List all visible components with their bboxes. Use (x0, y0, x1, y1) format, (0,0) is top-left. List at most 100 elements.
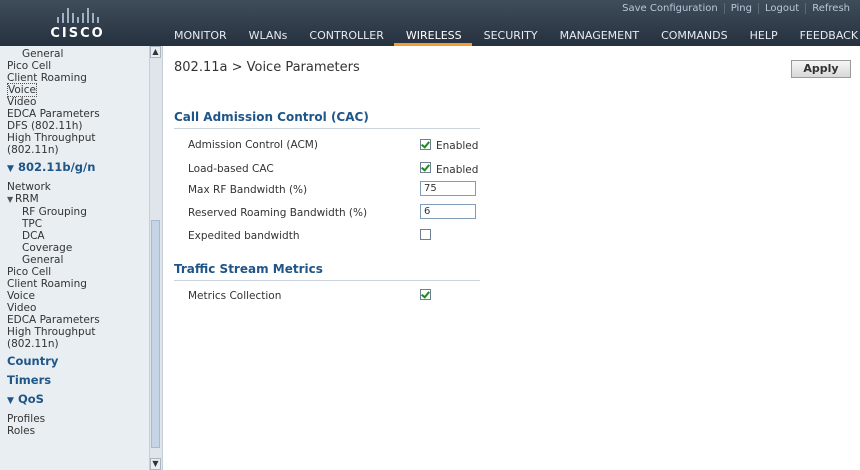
sidebar-item-video[interactable]: Video (0, 302, 148, 314)
sidebar-item-dca[interactable]: DCA (0, 230, 148, 242)
reserved-roaming-bandwidth-label: Reserved Roaming Bandwidth (%) (188, 207, 368, 219)
nav-security[interactable]: SECURITY (472, 25, 548, 46)
sidebar-item-label: Client Roaming (7, 278, 87, 290)
load-based-cac-checkbox[interactable] (420, 162, 431, 173)
sidebar-section-802-11b-g-n[interactable]: ▼ 802.11b/g/n (0, 160, 148, 177)
sidebar-scrollbar[interactable]: ▲ ▼ (149, 46, 162, 470)
ping-link[interactable]: Ping (723, 3, 758, 14)
top-header: CISCO Save Configuration Ping Logout Ref… (0, 0, 860, 46)
expand-arrow-icon[interactable]: ▼ (7, 394, 18, 409)
sidebar-item-high-throughput-802-11n[interactable]: High Throughput (802.11n) (0, 326, 148, 350)
max-rf-bandwidth-label: Max RF Bandwidth (%) (188, 184, 308, 196)
scroll-down-icon[interactable]: ▼ (150, 458, 161, 470)
scrollbar-thumb[interactable] (151, 220, 160, 448)
nav-commands[interactable]: COMMANDS (649, 25, 738, 46)
sidebar-item-label: High Throughput (802.11n) (7, 132, 96, 156)
sidebar-section-timers[interactable]: Timers (0, 373, 148, 388)
admission-control-checkbox[interactable] (420, 139, 431, 150)
nav-wireless[interactable]: WIRELESS (393, 25, 472, 46)
sidebar-item-edca-parameters[interactable]: EDCA Parameters (0, 314, 148, 326)
sidebar-item-label: RF Grouping (22, 206, 87, 218)
sidebar-tree: General Pico Cell Client Roaming Voice Video… (0, 48, 148, 437)
sidebar-item-label: Profiles (7, 413, 46, 425)
sidebar-item-label: Pico Cell (7, 266, 52, 278)
expedited-bandwidth-checkbox[interactable] (420, 229, 431, 240)
nav-monitor[interactable]: MONITOR (162, 25, 237, 46)
sidebar-item-label: DCA (22, 230, 45, 242)
nav-help[interactable]: HELP (738, 25, 788, 46)
expand-arrow-icon[interactable]: ▼ (7, 194, 15, 206)
apply-button[interactable]: Apply (791, 60, 851, 78)
sidebar-item-edca-parameters[interactable]: EDCA Parameters (0, 108, 148, 120)
max-rf-bandwidth-input[interactable] (420, 181, 476, 196)
utility-links: Save Configuration Ping Logout Refresh (616, 3, 856, 14)
sidebar-item-roles[interactable]: Roles (0, 425, 148, 437)
expand-arrow-icon[interactable]: ▼ (7, 162, 18, 177)
sidebar-item-pico-cell[interactable]: Pico Cell (0, 60, 148, 72)
sidebar-item-label: High Throughput (802.11n) (7, 326, 96, 350)
save-configuration-link[interactable]: Save Configuration (616, 3, 724, 14)
admission-control-label: Admission Control (ACM) (188, 139, 318, 151)
nav-controller[interactable]: CONTROLLER (297, 25, 393, 46)
sidebar-section-qos[interactable]: ▼ QoS (0, 392, 148, 409)
sidebar-item-network[interactable]: Network (0, 181, 148, 193)
sidebar-item-label: Roles (7, 425, 36, 437)
sidebar-item-label: Pico Cell (7, 60, 52, 72)
tsm-section-divider (174, 280, 480, 281)
nav-management[interactable]: MANAGEMENT (548, 25, 649, 46)
sidebar-item-rf-grouping[interactable]: RF Grouping (0, 206, 148, 218)
cac-section-title: Call Admission Control (CAC) (174, 110, 369, 124)
main-nav: MONITOR WLANs CONTROLLER WIRELESS SECURI… (162, 25, 860, 46)
cisco-logo-bars-icon (30, 5, 125, 23)
main-content: 802.11a > Voice Parameters Apply Call Ad… (163, 46, 860, 470)
scroll-up-icon[interactable]: ▲ (150, 46, 161, 58)
sidebar-item-profiles[interactable]: Profiles (0, 413, 148, 425)
sidebar-item-label: Country (7, 354, 59, 368)
nav-wlans[interactable]: WLANs (237, 25, 298, 46)
sidebar-item-label: Voice (7, 290, 35, 302)
sidebar-item-label: Video (7, 96, 37, 108)
expedited-bandwidth-label: Expedited bandwidth (188, 230, 300, 242)
sidebar-item-tpc[interactable]: TPC (0, 218, 148, 230)
sidebar-item-label: Timers (7, 373, 52, 387)
sidebar-item-coverage[interactable]: Coverage (0, 242, 148, 254)
sidebar-item-high-throughput-802-11n[interactable]: High Throughput (802.11n) (0, 132, 148, 156)
sidebar-item-voice[interactable]: Voice (0, 83, 148, 97)
sidebar-item-general[interactable]: General (0, 254, 148, 266)
sidebar-item-general[interactable]: General (0, 48, 148, 60)
sidebar-item-label: Video (7, 302, 37, 314)
load-based-cac-label: Load-based CAC (188, 163, 274, 175)
sidebar-item-label: TPC (22, 218, 43, 230)
page-title: 802.11a > Voice Parameters (174, 60, 360, 75)
sidebar-item-label: QoS (18, 392, 44, 406)
sidebar-item-client-roaming[interactable]: Client Roaming (0, 278, 148, 290)
sidebar-item-label: General (22, 48, 64, 60)
metrics-collection-label: Metrics Collection (188, 290, 282, 302)
admission-control-enabled-text: Enabled (436, 140, 479, 152)
load-based-cac-enabled-text: Enabled (436, 164, 479, 176)
sidebar-item-voice[interactable]: Voice (0, 290, 148, 302)
refresh-link[interactable]: Refresh (805, 3, 856, 14)
tsm-section-title: Traffic Stream Metrics (174, 262, 323, 276)
sidebar-item-label: Voice (7, 83, 37, 97)
sidebar-item-label: EDCA Parameters (7, 314, 100, 326)
sidebar-item-label: RRM (15, 193, 39, 205)
sidebar-item-label: Coverage (22, 242, 73, 254)
logout-link[interactable]: Logout (757, 3, 805, 14)
cac-section-divider (174, 128, 480, 129)
nav-feedback[interactable]: FEEDBACK (788, 25, 860, 46)
sidebar-item-label: EDCA Parameters (7, 108, 100, 120)
sidebar-item-label: 802.11b/g/n (18, 160, 96, 174)
sidebar-item-video[interactable]: Video (0, 96, 148, 108)
reserved-roaming-bandwidth-input[interactable] (420, 204, 476, 219)
sidebar-item-dfs-802-11h[interactable]: DFS (802.11h) (0, 120, 148, 132)
metrics-collection-checkbox[interactable] (420, 289, 431, 300)
sidebar-item-rrm[interactable]: ▼ RRM (0, 193, 148, 206)
sidebar-item-label: General (22, 254, 64, 266)
sidebar-section-country[interactable]: Country (0, 354, 148, 369)
sidebar-item-label: Network (7, 181, 51, 193)
sidebar-item-pico-cell[interactable]: Pico Cell (0, 266, 148, 278)
sidebar: General Pico Cell Client Roaming Voice Video… (0, 46, 163, 470)
sidebar-item-label: DFS (802.11h) (7, 120, 83, 132)
cisco-logo: CISCO (30, 3, 125, 45)
